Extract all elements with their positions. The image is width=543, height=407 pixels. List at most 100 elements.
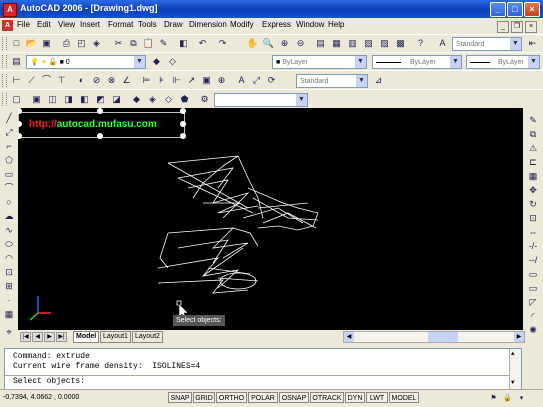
ortho-toggle[interactable]: ORTHO (216, 392, 247, 403)
toolbar-grip[interactable] (2, 55, 7, 68)
copy-object-icon[interactable]: ⧉ (526, 128, 540, 140)
arc-icon[interactable]: ⌒ (2, 182, 16, 194)
publish-icon[interactable]: ◈ (90, 37, 103, 50)
menu-format[interactable]: Format (108, 20, 133, 29)
join-icon[interactable]: ▭ (526, 282, 540, 294)
design-center-icon[interactable]: ▦ (330, 37, 343, 50)
otrack-toggle[interactable]: OTRACK (310, 392, 344, 403)
doc-close-button[interactable]: × (525, 21, 537, 33)
revision-cloud-icon[interactable]: ☁ (2, 210, 16, 222)
communication-center-icon[interactable]: ⚑ (488, 392, 499, 403)
linetype-select[interactable]: ByLayer ▼ (372, 55, 462, 69)
color-select[interactable]: ■ ByLayer ▼ (272, 55, 367, 69)
grip-handle[interactable] (180, 133, 186, 139)
layer-select[interactable]: 💡 ☀ 🔓 ■ 0 ▼ (26, 55, 146, 69)
lwt-toggle[interactable]: LWT (366, 392, 388, 403)
offset-icon[interactable]: ⊏ (526, 156, 540, 168)
menu-file[interactable]: File (17, 20, 30, 29)
chamfer-icon[interactable]: ◸ (526, 296, 540, 308)
redo-icon[interactable]: ↷ (216, 37, 229, 50)
grip-handle[interactable] (97, 108, 103, 114)
last-tab-button[interactable]: ▶| (56, 332, 67, 342)
dimension-update-icon[interactable]: ⟳ (265, 74, 278, 87)
tool-palettes-icon[interactable]: ▥ (346, 37, 359, 50)
angular-icon[interactable]: ∠ (120, 74, 133, 87)
menu-dimension[interactable]: Dimension (189, 20, 227, 29)
stretch-icon[interactable]: ⇔ (526, 226, 540, 238)
open-icon[interactable]: 📂 (25, 37, 38, 50)
toolbar-grip[interactable] (2, 37, 7, 50)
block-editor-icon[interactable]: ◧ (177, 37, 190, 50)
top-view-icon[interactable]: ▢ (10, 93, 23, 106)
command-window[interactable]: Command: extrude Current wire frame dens… (4, 348, 522, 390)
menu-insert[interactable]: Insert (80, 20, 100, 29)
pan-icon[interactable]: ✋ (246, 37, 259, 50)
first-tab-button[interactable]: |◀ (20, 332, 31, 342)
undo-icon[interactable]: ↶ (196, 37, 209, 50)
grip-handle[interactable] (180, 121, 186, 127)
document-icon[interactable]: A (2, 20, 13, 31)
menu-tools[interactable]: Tools (138, 20, 157, 29)
menu-view[interactable]: View (58, 20, 75, 29)
make-block-icon[interactable]: ⊞ (2, 280, 16, 292)
command-scrollbar[interactable]: ▲ ▼ (509, 349, 521, 389)
status-menu-icon[interactable]: ▾ (516, 392, 527, 403)
extend-icon[interactable]: --/ (526, 254, 540, 266)
menu-edit[interactable]: Edit (37, 20, 51, 29)
rotate-icon[interactable]: ↻ (526, 198, 540, 210)
dimension-edit-icon[interactable]: A (235, 74, 248, 87)
make-current-layer-icon[interactable]: ◆ (150, 55, 163, 68)
scroll-thumb[interactable] (428, 332, 458, 342)
match-properties-icon[interactable]: ✎ (157, 37, 170, 50)
grip-handle[interactable] (97, 133, 103, 139)
menu-help[interactable]: Help (328, 20, 344, 29)
ordinate-icon[interactable]: ⊤ (55, 74, 68, 87)
osnap-toggle[interactable]: OSNAP (279, 392, 309, 403)
orbit-icon[interactable]: ⚙ (198, 93, 211, 106)
properties-icon[interactable]: ▤ (314, 37, 327, 50)
shade2-icon[interactable]: ◈ (146, 93, 159, 106)
grid-toggle[interactable]: GRID (193, 392, 215, 403)
dim-style-select[interactable]: Standard ▼ (296, 74, 368, 88)
autocad-app-icon[interactable]: A (3, 3, 17, 17)
shade3-icon[interactable]: ◇ (162, 93, 175, 106)
insert-block-icon[interactable]: ⊡ (2, 266, 16, 278)
tab-layout1[interactable]: Layout1 (100, 331, 131, 343)
paste-icon[interactable]: 📋 (142, 37, 155, 50)
shade4-icon[interactable]: ⬟ (178, 93, 191, 106)
menu-draw[interactable]: Draw (164, 20, 183, 29)
explode-icon[interactable]: ✺ (526, 324, 540, 336)
center-mark-icon[interactable]: ⊕ (215, 74, 228, 87)
lock-toolbars-icon[interactable]: 🔒 (502, 392, 513, 403)
title-bar[interactable]: A AutoCAD 2006 - [Drawing1.dwg] _ □ × (0, 0, 543, 18)
coordinate-readout[interactable]: -0.7394, 4.0662 , 0.0000 (3, 394, 79, 401)
dimension-text-edit-icon[interactable]: ⤢ (250, 74, 263, 87)
doc-restore-button[interactable]: ❐ (511, 21, 523, 33)
layer-previous-icon[interactable]: ◇ (166, 55, 179, 68)
print-icon[interactable]: ⎙ (60, 37, 73, 50)
close-button[interactable]: × (524, 2, 540, 17)
new-icon[interactable]: □ (10, 37, 23, 50)
dimension-style-icon[interactable]: ⊿ (372, 74, 385, 87)
drawing-canvas[interactable]: http://autocad.mufasu.com Select objects… (18, 108, 523, 330)
scroll-right-icon[interactable]: ▶ (514, 332, 524, 342)
polygon-icon[interactable]: ⬠ (2, 154, 16, 166)
mirror-icon[interactable]: ⚠ (526, 142, 540, 154)
fillet-icon[interactable]: ◜ (526, 310, 540, 322)
scroll-down-icon[interactable]: ▼ (511, 379, 515, 386)
quick-leader-icon[interactable]: ↗ (185, 74, 198, 87)
ellipse-icon[interactable]: ⬭ (2, 238, 16, 250)
region-icon[interactable]: ⌖ (2, 326, 16, 338)
save-icon[interactable]: ▣ (40, 37, 53, 50)
box-icon[interactable]: ▣ (30, 93, 43, 106)
command-prompt[interactable]: Select objects: (13, 377, 85, 386)
break-icon[interactable]: ▭ (526, 268, 540, 280)
construction-line-icon[interactable]: ⤢ (2, 126, 16, 138)
scale-icon[interactable]: ⊡ (526, 212, 540, 224)
view-cube3-icon[interactable]: ◧ (78, 93, 91, 106)
grip-handle[interactable] (180, 108, 186, 114)
rectangle-icon[interactable]: ▭ (2, 168, 16, 180)
layer-manager-icon[interactable]: ▤ (10, 55, 23, 68)
minimize-button[interactable]: _ (490, 2, 506, 17)
diameter-icon[interactable]: ⊗ (105, 74, 118, 87)
